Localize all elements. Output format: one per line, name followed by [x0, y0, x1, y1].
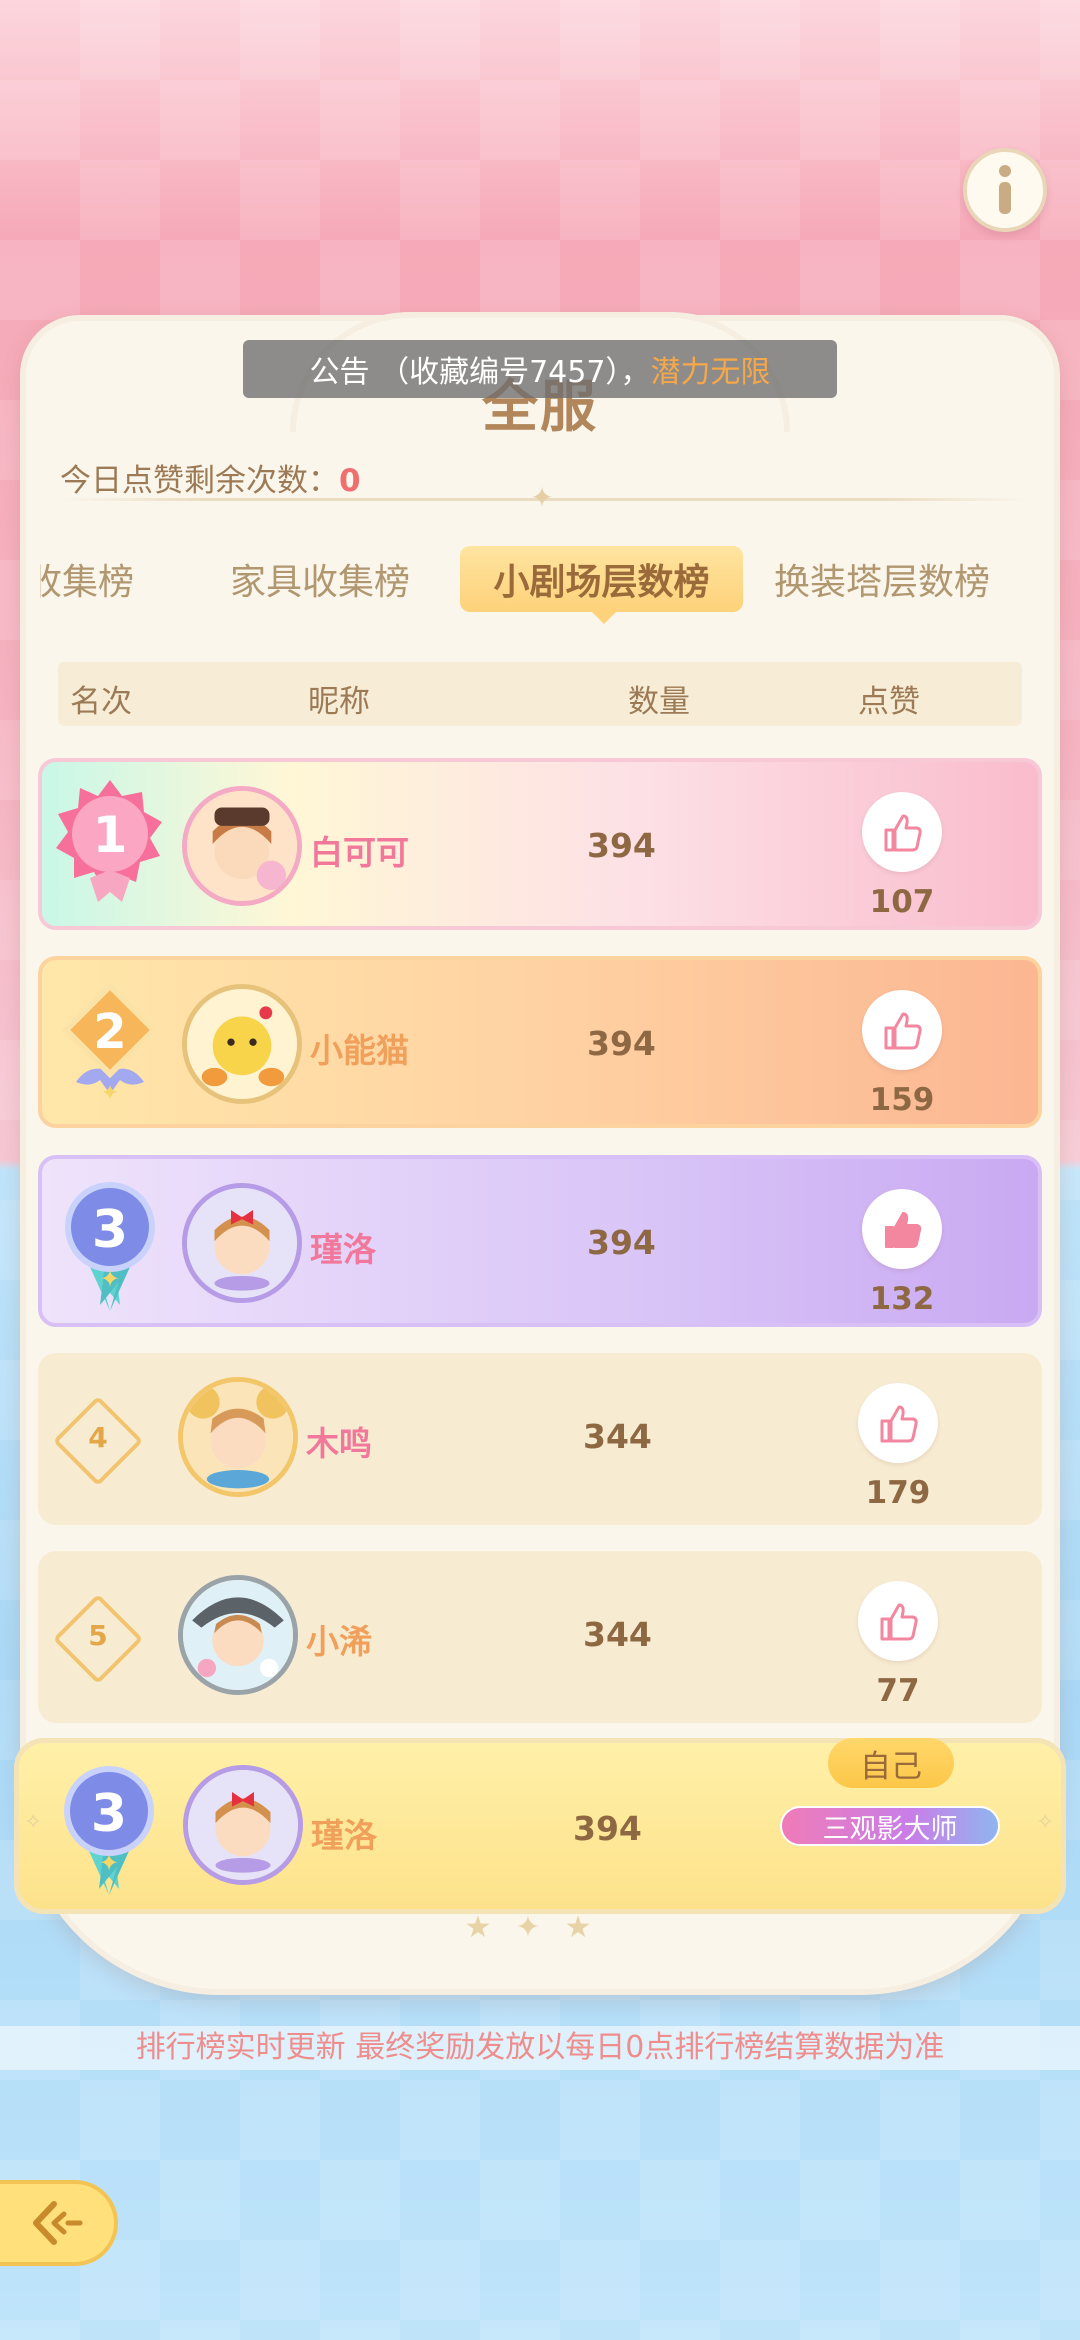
svg-text:✦: ✦ — [101, 1081, 119, 1106]
svg-text:✦: ✦ — [100, 1265, 120, 1293]
rank-3-medal-icon: 3 ✦ — [65, 1182, 155, 1311]
avatar[interactable] — [182, 786, 302, 906]
svg-text:✦: ✦ — [99, 1849, 119, 1877]
rank-2-medal-icon: 2 ✦ — [61, 981, 159, 1106]
player-count: 394 — [587, 1024, 656, 1063]
table-header: 名次 昵称 数量 点赞 — [58, 662, 1022, 726]
svg-text:2: 2 — [93, 1004, 126, 1060]
like-button[interactable] — [858, 1581, 938, 1661]
like-button[interactable] — [858, 1383, 938, 1463]
info-icon — [999, 165, 1011, 214]
table-row: 2 ✦ 小能猫 394 159 — [38, 956, 1042, 1128]
like-count: 107 — [869, 884, 935, 920]
announcement-highlight: 潜力无限 — [650, 355, 771, 390]
header-nickname: 昵称 — [308, 684, 370, 720]
update-note: 排行榜实时更新 最终奖励发放以每日0点排行榜结算数据为准 — [0, 2026, 1080, 2070]
announcement-banner: 公告 （收藏编号7457）， 潜力无限 — [243, 340, 837, 398]
announcement-text: 公告 （收藏编号7457）， — [309, 355, 651, 390]
like-button[interactable] — [862, 990, 942, 1070]
back-button[interactable] — [0, 2180, 118, 2266]
like-button[interactable] — [862, 792, 942, 872]
sparkle-icon: ✧ — [1036, 1810, 1055, 1835]
table-row: 3 ✦ 瑾洛 394 132 — [38, 1155, 1042, 1327]
player-count: 344 — [583, 1615, 652, 1654]
svg-text:3: 3 — [92, 1200, 128, 1260]
svg-text:3: 3 — [91, 1784, 127, 1844]
player-name: 小浠 — [306, 1622, 372, 1661]
self-tag: 自己 — [828, 1738, 954, 1788]
thumbs-up-icon — [880, 1405, 918, 1443]
player-count: 394 — [573, 1809, 642, 1848]
player-name: 木鸣 — [306, 1424, 372, 1463]
avatar[interactable] — [178, 1575, 298, 1695]
sparkle-icon: ✧ — [24, 1810, 43, 1835]
header-count: 数量 — [628, 684, 690, 720]
tab-collection[interactable]: 收集榜 — [40, 546, 165, 612]
thumbs-up-icon — [884, 814, 922, 852]
info-button[interactable] — [963, 148, 1047, 232]
thumbs-up-filled-icon — [885, 1212, 922, 1248]
player-count: 394 — [587, 1223, 656, 1262]
title-badge: 三观影大师 — [780, 1806, 1000, 1846]
table-row: 5 小浠 344 77 — [38, 1551, 1042, 1723]
like-count: 77 — [876, 1673, 920, 1709]
avatar[interactable] — [182, 984, 302, 1104]
table-row: 4 木鸣 344 179 — [38, 1353, 1042, 1525]
svg-text:1: 1 — [93, 806, 128, 864]
like-button[interactable] — [862, 1189, 942, 1269]
like-count: 179 — [865, 1475, 931, 1511]
avatar[interactable] — [183, 1765, 303, 1885]
header-likes: 点赞 — [858, 684, 920, 720]
likes-remaining-value: 0 — [339, 463, 361, 499]
tab-dressup-tower[interactable]: 换装塔层数榜 — [762, 546, 1002, 612]
thumbs-up-icon — [880, 1603, 918, 1641]
tab-theater[interactable]: 小剧场层数榜 — [460, 546, 743, 612]
rank-3-medal-icon: 3 ✦ — [64, 1766, 154, 1895]
ranking-tabs: 收集榜 家具收集榜 小剧场层数榜 换装塔层数榜 — [40, 540, 1040, 620]
likes-remaining: 今日点赞剩余次数：0 — [60, 455, 361, 500]
thumbs-up-icon — [884, 1012, 922, 1050]
like-count: 159 — [869, 1082, 935, 1118]
like-count: 132 — [869, 1281, 935, 1317]
rank-number: 5 — [88, 1619, 108, 1652]
table-row: 1 白可可 394 107 — [38, 758, 1042, 930]
star-icon: ✦ — [530, 481, 554, 514]
player-name: 白可可 — [310, 833, 409, 872]
tab-pointer — [590, 610, 618, 624]
player-count: 344 — [583, 1417, 652, 1456]
tab-furniture[interactable]: 家具收集榜 — [205, 546, 435, 612]
player-name: 小能猫 — [310, 1031, 409, 1070]
decorative-stars: ★✦★ — [464, 1910, 616, 1945]
rank-1-medal-icon: 1 — [56, 780, 162, 902]
player-name: 瑾洛 — [310, 1230, 376, 1269]
likes-remaining-label: 今日点赞剩余次数： — [60, 463, 339, 499]
player-count: 394 — [587, 826, 656, 865]
header-rank: 名次 — [70, 684, 132, 720]
rank-number: 4 — [88, 1421, 108, 1454]
back-arrow-icon — [33, 2201, 83, 2245]
avatar[interactable] — [182, 1183, 302, 1303]
player-name: 瑾洛 — [311, 1816, 377, 1855]
avatar[interactable] — [178, 1377, 298, 1497]
